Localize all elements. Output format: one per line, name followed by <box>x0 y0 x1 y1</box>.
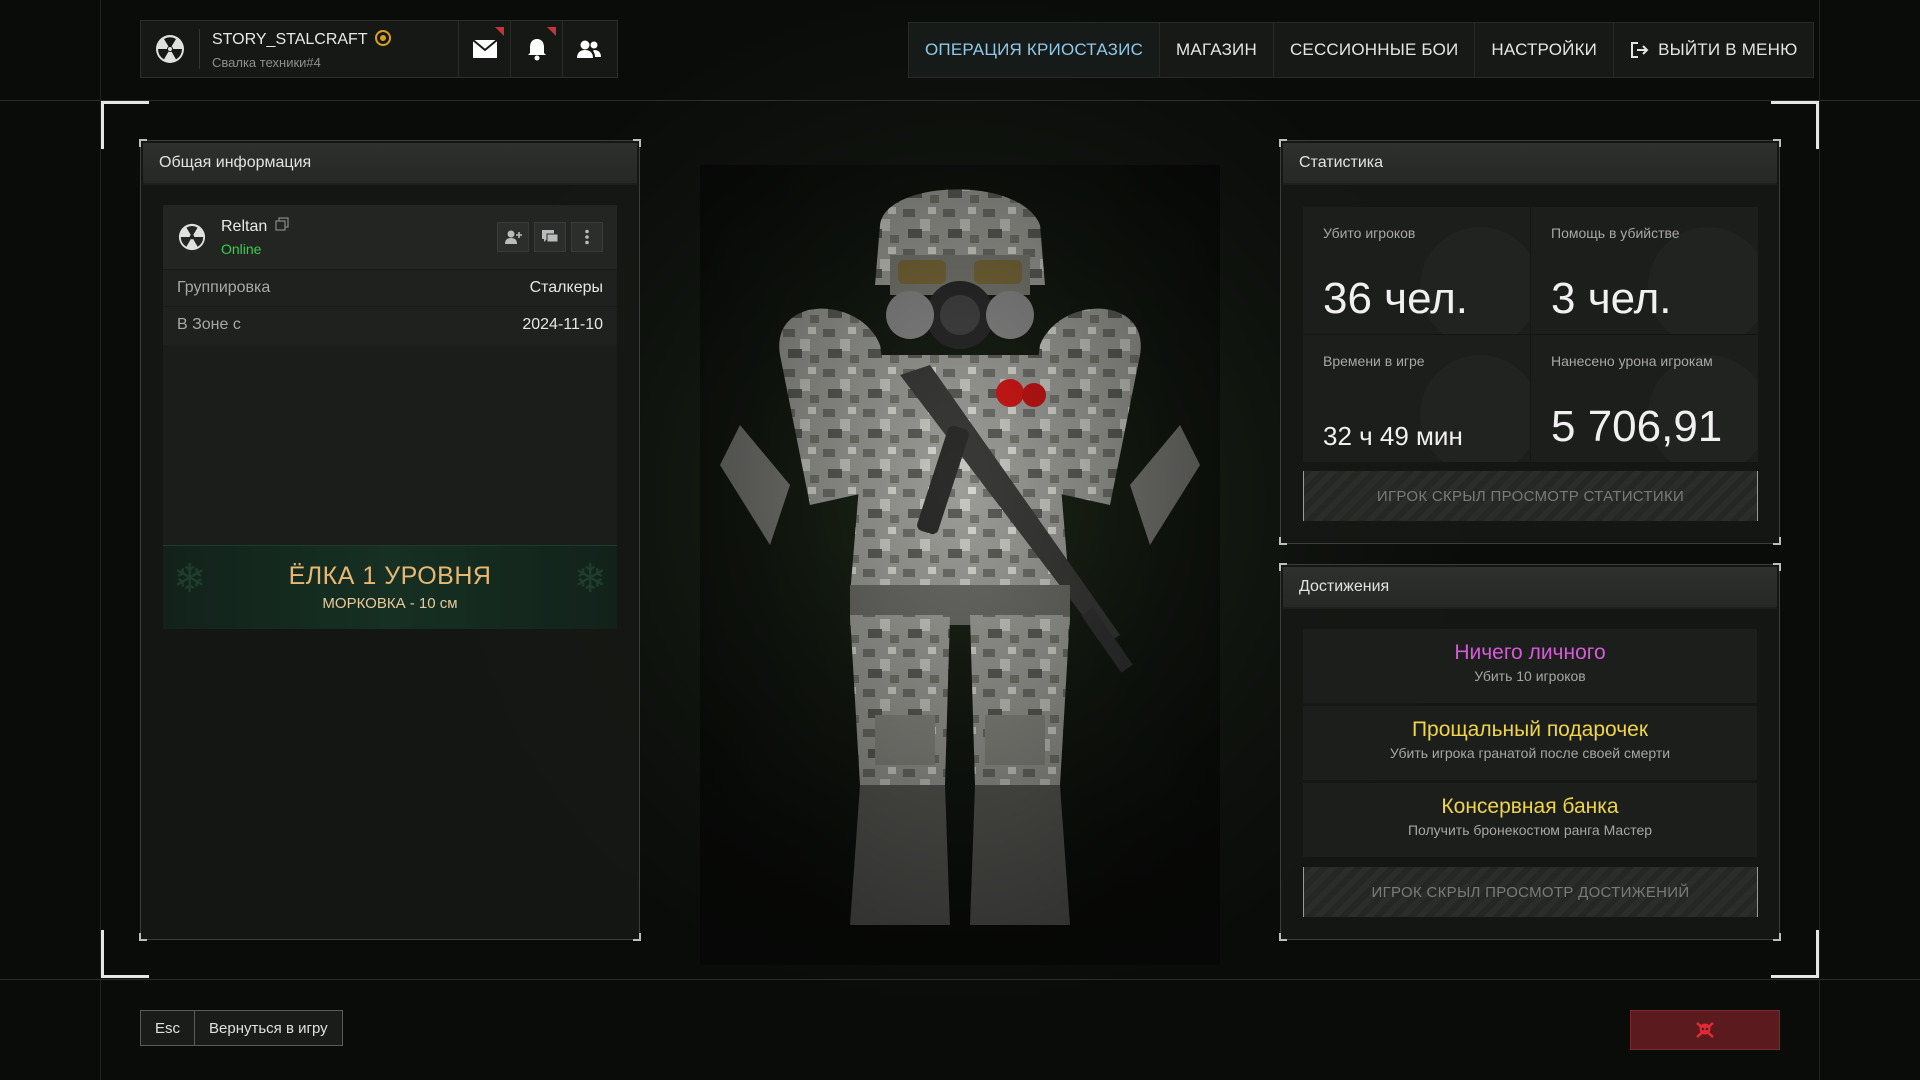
stat-label: Времени в игре <box>1323 353 1425 369</box>
notifications-button[interactable] <box>510 21 562 77</box>
panel-corner <box>139 933 147 941</box>
radiation-icon <box>141 21 199 77</box>
stat-value: 5 706,91 <box>1551 402 1723 451</box>
nav-session-battles[interactable]: СЕССИОННЫЕ БОИ <box>1273 23 1476 77</box>
friends-button[interactable] <box>562 21 614 77</box>
player-status: Online <box>221 241 262 257</box>
achievements-panel: Достижения Ничего личного Убить 10 игрок… <box>1279 563 1781 941</box>
achievement-desc: Убить игрока гранатой после своей смерти <box>1389 745 1671 761</box>
notification-flag <box>547 27 556 36</box>
character-model <box>700 165 1220 965</box>
nav-label: ВЫЙТИ В МЕНЮ <box>1658 40 1798 59</box>
snowflake-icon: ❄ <box>573 557 607 601</box>
exit-icon <box>1631 42 1649 58</box>
server-name: Свалка техники#4 <box>212 54 321 70</box>
stat-damage: Нанесено урона игрокам 5 706,91 <box>1531 335 1758 462</box>
event-banner: ❄ ❄ ЁЛКА 1 УРОВНЯ МОРКОВКА - 10 см <box>163 545 617 629</box>
friends-icon <box>576 40 601 58</box>
info-row-faction: Группировка Сталкеры <box>163 269 617 306</box>
info-label: В Зоне с <box>177 316 241 333</box>
panel-title: Статистика <box>1283 143 1777 185</box>
empty-area <box>163 345 617 545</box>
frame-line-bottom <box>0 979 1920 980</box>
panel-corner <box>1773 139 1781 147</box>
panel-corner <box>1773 563 1781 571</box>
achievement-title: Прощальный подарочек <box>1411 718 1649 741</box>
stat-kills: Убито игроков 36 чел. <box>1303 207 1530 334</box>
mail-icon <box>471 39 498 58</box>
panel-corner <box>1773 933 1781 941</box>
nav-label: СЕССИОННЫЕ БОИ <box>1289 40 1459 59</box>
skull-crossbones-icon <box>1696 1022 1714 1038</box>
info-row-zone-since: В Зоне с 2024-11-10 <box>163 306 617 343</box>
back-to-game-button[interactable]: Esc Вернуться в игру <box>140 1010 343 1046</box>
info-value: Сталкеры <box>529 279 603 296</box>
stat-assists: Помощь в убийстве 3 чел. <box>1531 207 1758 334</box>
add-friend-button[interactable] <box>497 222 529 252</box>
username: STORY_STALCRAFT <box>212 31 368 48</box>
nav-label: НАСТРОЙКИ <box>1491 40 1598 59</box>
general-info-panel: Общая информация Reltan Online Группиров… <box>139 139 641 941</box>
notification-flag <box>495 27 504 36</box>
chat-icon <box>542 230 559 243</box>
top-navigation: ОПЕРАЦИЯ КРИОСТАЗИС МАГАЗИН СЕССИОННЫЕ Б… <box>908 22 1815 78</box>
achievement-desc: Убить 10 игроков <box>1474 668 1586 684</box>
panel-corner <box>633 139 641 147</box>
banner-subtitle: МОРКОВКА - 10 см <box>322 595 458 612</box>
mail-button[interactable] <box>458 21 510 77</box>
achievement-item[interactable]: Ничего личного Убить 10 игроков <box>1303 629 1757 703</box>
player-card: Reltan Online Группировка Сталкеры В Зон… <box>163 205 617 345</box>
info-label: Группировка <box>177 279 271 296</box>
frame-line-top <box>0 100 1920 101</box>
panel-corner <box>1279 563 1287 571</box>
nav-shop[interactable]: МАГАЗИН <box>1160 23 1274 77</box>
panel-title: Достижения <box>1283 567 1777 609</box>
more-options-button[interactable] <box>571 222 603 252</box>
copy-icon[interactable] <box>275 217 289 236</box>
panel-corner <box>1279 933 1287 941</box>
more-vertical-icon <box>585 229 589 245</box>
panel-corner <box>633 933 641 941</box>
stat-label: Нанесено урона игрокам <box>1551 353 1713 369</box>
profile-bar: STORY_STALCRAFT Свалка техники#4 <box>140 20 618 78</box>
stat-value: 32 ч 49 мин <box>1323 421 1463 451</box>
stat-value: 3 чел. <box>1551 274 1672 323</box>
achievement-desc: Получить бронекостюм ранга Мастер <box>1407 822 1653 838</box>
badge-icon <box>374 29 392 52</box>
nav-operation-cryostasis[interactable]: ОПЕРАЦИЯ КРИОСТАЗИС <box>909 23 1161 77</box>
panel-corner <box>1279 537 1287 545</box>
info-value: 2024-11-10 <box>522 316 603 333</box>
bell-icon <box>527 39 546 61</box>
nav-label: МАГАЗИН <box>1176 40 1257 59</box>
panel-corner <box>1773 537 1781 545</box>
panel-corner <box>1279 139 1287 147</box>
stat-playtime: Времени в игре 32 ч 49 мин <box>1303 335 1530 462</box>
achievement-title: Консервная банка <box>1441 795 1619 818</box>
panel-corner <box>139 139 147 147</box>
stats-hidden-notice: ИГРОК СКРЫЛ ПРОСМОТР СТАТИСТИКИ <box>1303 471 1758 521</box>
achievement-title: Ничего личного <box>1454 641 1606 664</box>
nav-settings[interactable]: НАСТРОЙКИ <box>1475 23 1615 77</box>
panel-title: Общая информация <box>143 143 637 185</box>
achievement-item[interactable]: Прощальный подарочек Убить игрока гранат… <box>1303 706 1757 780</box>
report-player-button[interactable] <box>1630 1010 1780 1050</box>
radiation-icon <box>163 223 221 251</box>
stats-panel: Статистика Убито игроков 36 чел. Помощь … <box>1279 139 1781 545</box>
stat-label: Помощь в убийстве <box>1551 225 1680 241</box>
nav-label: ОПЕРАЦИЯ КРИОСТАЗИС <box>925 40 1144 59</box>
nav-exit-to-menu[interactable]: ВЫЙТИ В МЕНЮ <box>1614 23 1814 77</box>
back-label: Вернуться в игру <box>209 1019 328 1037</box>
add-friend-icon <box>505 230 522 244</box>
achievements-hidden-notice: ИГРОК СКРЫЛ ПРОСМОТР ДОСТИЖЕНИЙ <box>1303 867 1758 917</box>
stat-value: 36 чел. <box>1323 274 1468 323</box>
frame-line-left <box>100 0 101 1080</box>
player-name: Reltan <box>221 217 268 235</box>
achievement-item[interactable]: Консервная банка Получить бронекостюм ра… <box>1303 783 1757 857</box>
stat-label: Убито игроков <box>1323 225 1416 241</box>
banner-title: ЁЛКА 1 УРОВНЯ <box>288 562 492 590</box>
frame-line-right <box>1819 0 1820 1080</box>
message-button[interactable] <box>534 222 566 252</box>
snowflake-icon: ❄ <box>173 557 207 601</box>
esc-key: Esc <box>141 1011 196 1045</box>
